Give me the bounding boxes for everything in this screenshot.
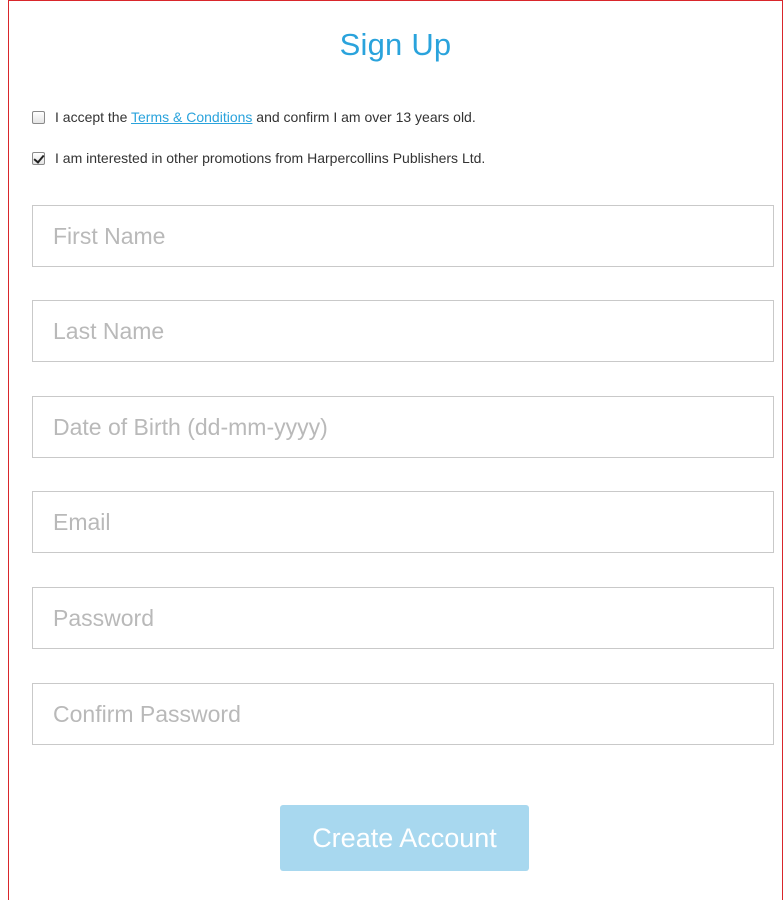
promotions-label: I am interested in other promotions from…	[55, 150, 486, 166]
page-title: Sign Up	[339, 27, 452, 62]
signup-panel: Sign Up I accept the Terms & Conditions …	[8, 0, 783, 900]
date-of-birth-input[interactable]	[32, 396, 774, 458]
terms-row: I accept the Terms & Conditions and conf…	[32, 109, 476, 125]
promotions-checkbox[interactable]	[32, 151, 45, 165]
terms-suffix: and confirm I am over 13 years old.	[252, 109, 476, 125]
terms-link[interactable]: Terms & Conditions	[131, 109, 252, 125]
password-input[interactable]	[32, 587, 774, 649]
terms-checkbox[interactable]	[32, 110, 45, 124]
terms-label: I accept the Terms & Conditions and conf…	[55, 109, 476, 125]
terms-prefix: I accept the	[55, 109, 132, 125]
promotions-row: I am interested in other promotions from…	[32, 150, 485, 166]
email-input[interactable]	[32, 491, 774, 553]
last-name-input[interactable]	[32, 300, 774, 362]
create-account-button[interactable]: Create Account	[280, 805, 529, 871]
first-name-input[interactable]	[32, 205, 774, 267]
confirm-password-input[interactable]	[32, 683, 774, 745]
